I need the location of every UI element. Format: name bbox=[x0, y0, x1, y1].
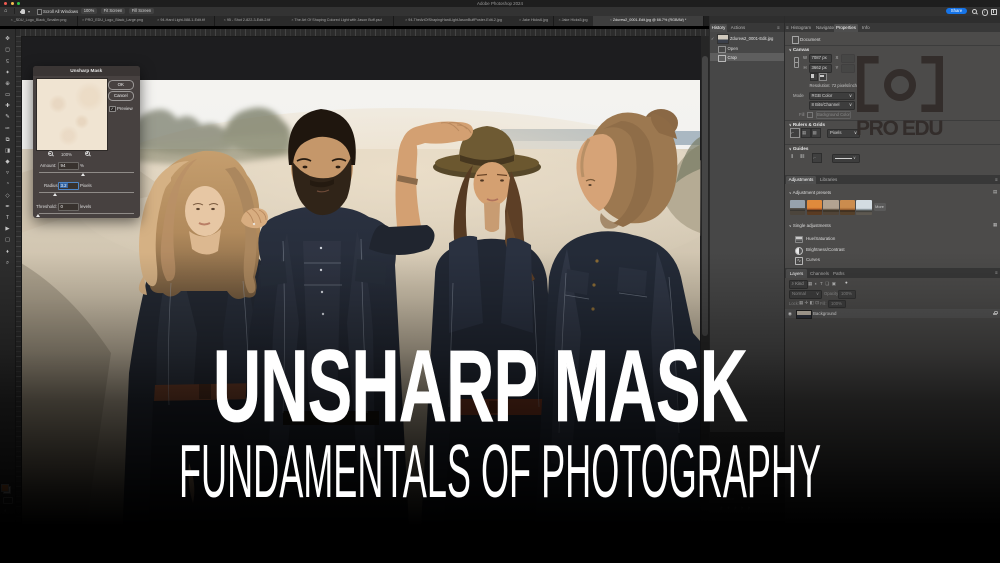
svg-text:PRO EDU: PRO EDU bbox=[856, 117, 946, 138]
